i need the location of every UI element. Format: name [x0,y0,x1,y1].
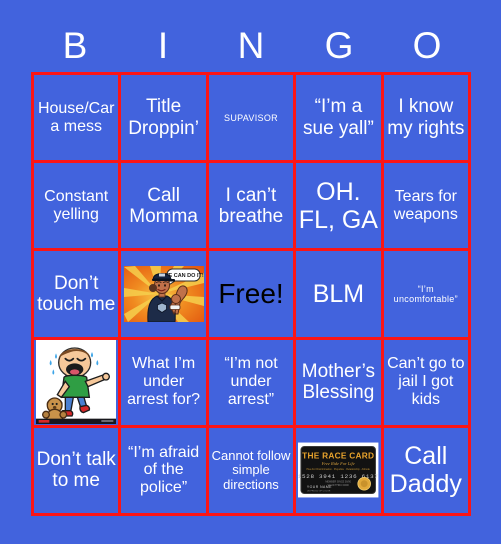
bingo-cell-i4[interactable]: What I’m under arrest for? [121,339,209,428]
bingo-cell-i2[interactable]: Call Momma [121,163,209,252]
bingo-cell-label: Constant yelling [44,187,109,223]
bingo-cell-i3[interactable]: WE CAN DO IT! [121,251,209,340]
bingo-cell-i1[interactable]: Title Droppin’ [121,75,209,164]
bingo-cell-label: Call Daddy [389,442,462,499]
bingo-cell-b1[interactable]: House/Car a mess [34,75,122,164]
bingo-cell-o1[interactable]: I know my rights [383,75,471,164]
bingo-cell-label: I can’t breathe [218,184,284,227]
bingo-cell-g1[interactable]: “I’m a sue yall” [296,75,384,164]
bingo-cell-label: House/Car a mess [37,99,115,135]
bingo-cell-label: “I’m a sue yall” [303,96,374,139]
bingo-cell-label: I know my rights [387,96,465,139]
bingo-cell-label: “I’m afraid of the police” [128,443,200,497]
bingo-cell-o2[interactable]: Tears for weapons [383,163,471,252]
bingo-cell-label: “I’m not under arrest” [224,355,278,409]
bingo-cell-label: OH. FL, GA [298,177,378,234]
bingo-grid: House/Car a mess Title Droppin’ SUPAVISOR “… [31,72,471,516]
bingo-cell-n2[interactable]: I can’t breathe [208,163,297,252]
bingo-cell-label: Can’t go to jail I got kids [387,355,465,409]
bingo-cell-n4[interactable]: “I’m not under arrest” [208,339,297,428]
bingo-cell-label: Don’t talk to me [36,449,116,492]
bingo-cell-b2[interactable]: Constant yelling [34,163,122,252]
header-letter-o: O [412,25,442,66]
bingo-cell-label: Cannot follow simple directions [211,447,291,492]
svg-text:MEMBER SINCE 00/00: MEMBER SINCE 00/00 [326,481,352,484]
the-race-card-image: THE RACE CARD Free Ride For Life Plea Fo… [298,430,379,511]
bingo-cell-b4[interactable] [34,339,122,428]
bingo-cell-o5[interactable]: Call Daddy [383,427,471,516]
bingo-card: B I N G O House/Car a mess Title Droppin’… [0,0,501,544]
header-letter-b: B [62,25,88,66]
bingo-cell-o3[interactable]: “I’m uncomfortable” [383,251,471,340]
bingo-cell-g3[interactable]: BLM [296,251,384,340]
bingo-cell-g2[interactable]: OH. FL, GA [296,163,384,252]
bingo-cell-n3[interactable]: Free! [208,251,297,340]
rosie-police-svg: WE CAN DO IT! [123,265,204,322]
rosie-police-image: WE CAN DO IT! [123,253,204,334]
bingo-cell-label: SUPAVISOR [224,112,278,123]
bingo-cell-label: Tears for weapons [393,187,458,223]
bingo-cell-label: Mother’s Blessing [301,360,375,404]
bingo-cell-label: Don’t touch me [37,272,116,315]
bingo-cell-label: Title Droppin’ [128,96,199,139]
svg-text:US PROUD OF COLOR: US PROUD OF COLOR [307,491,331,493]
bingo-cell-o4[interactable]: Can’t go to jail I got kids [383,339,471,428]
header-letter-g: G [324,25,354,66]
bingo-cell-n5[interactable]: Cannot follow simple directions [208,427,297,516]
bingo-cell-i5[interactable]: “I’m afraid of the police” [121,427,209,516]
header-letter-i: I [157,25,169,66]
bingo-cell-label: Free! [218,278,284,310]
bingo-cell-label: “I’m uncomfortable” [393,283,458,304]
header-letter-n: N [237,25,265,66]
svg-text:Plea For Discrimination · Prej: Plea For Discrimination · Prejudice · Re… [307,468,371,471]
bingo-cell-label: What I’m under arrest for? [127,355,201,409]
bingo-cell-label: BLM [312,279,365,308]
bingo-header: B I N G O [31,20,471,72]
bingo-cell-label: Call Momma [129,184,198,227]
svg-text:YOUR NAME: YOUR NAME [307,486,332,490]
bingo-cell-g4[interactable]: Mother’s Blessing [296,339,384,428]
bingo-cell-b5[interactable]: Don’t talk to me [34,427,122,516]
svg-text:Free Ride For Life: Free Ride For Life [321,461,355,466]
crying-child-svg [36,340,117,425]
bingo-cell-n1[interactable]: SUPAVISOR [208,75,297,164]
svg-text:THE RACE CARD: THE RACE CARD [302,451,374,461]
crying-child-image [36,340,117,425]
bingo-cell-g5[interactable]: THE RACE CARD Free Ride For Life Plea Fo… [296,427,384,516]
the-race-card-svg: THE RACE CARD Free Ride For Life Plea Fo… [298,442,379,498]
bingo-cell-b3[interactable]: Don’t touch me [34,251,122,340]
